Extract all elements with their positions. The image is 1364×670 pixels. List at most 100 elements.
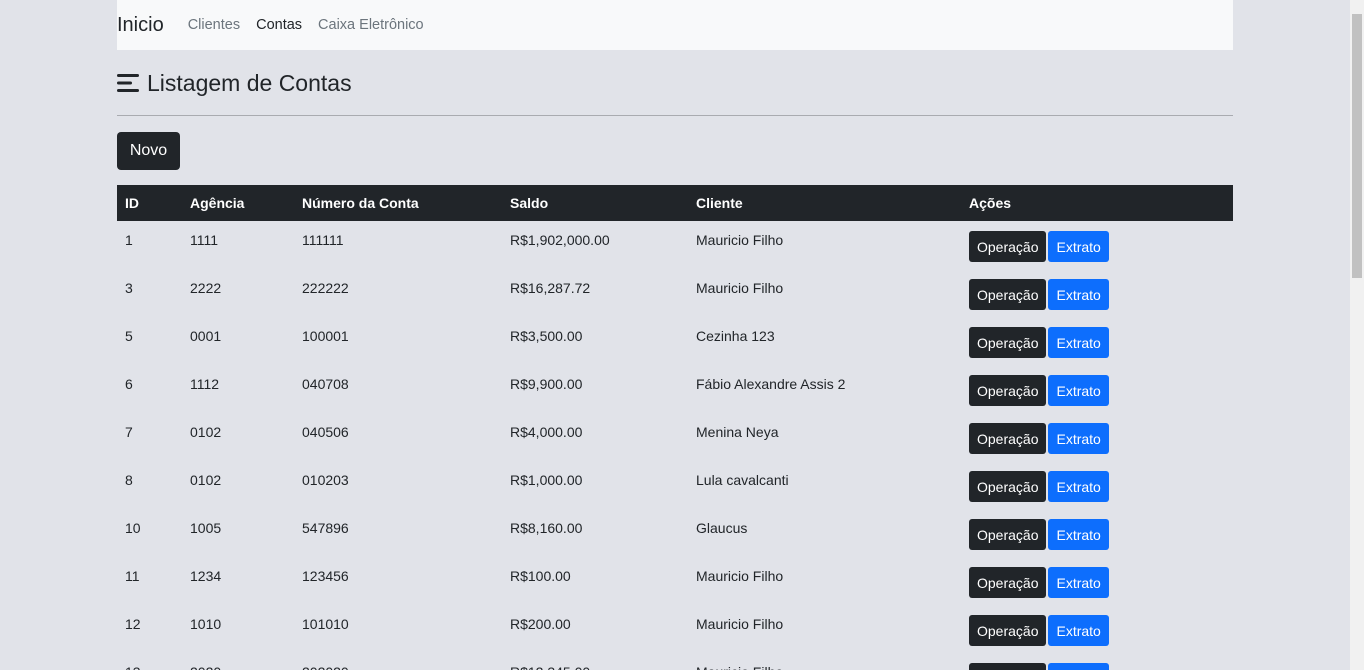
cell-saldo: R$1,000.00 [510, 472, 583, 488]
statement-button[interactable]: Extrato [1048, 279, 1109, 310]
cell-id: 1 [125, 232, 133, 248]
cell-actions: OperaçãoExtrato [961, 269, 1233, 317]
cell-numero: 123456 [302, 568, 349, 584]
heading-divider [117, 115, 1233, 116]
operation-button[interactable]: Operação [969, 375, 1047, 406]
accounts-table: ID Agência Número da Conta Saldo Cliente… [117, 185, 1233, 670]
operation-button[interactable]: Operação [969, 663, 1047, 670]
cell-cliente: Menina Neya [696, 424, 779, 440]
navbar: Inicio Clientes Contas Caixa Eletrônico [117, 0, 1233, 50]
column-header-acoes: Ações [969, 195, 1012, 211]
statement-button[interactable]: Extrato [1048, 423, 1109, 454]
cell-numero: 111111 [302, 232, 344, 248]
operation-button[interactable]: Operação [969, 423, 1047, 454]
cell-actions: OperaçãoExtrato [961, 317, 1233, 365]
cell-saldo: R$9,900.00 [510, 376, 583, 392]
cell-numero: 547896 [302, 520, 349, 536]
menu-icon [117, 74, 139, 92]
operation-button[interactable]: Operação [969, 231, 1047, 262]
cell-id: 13 [117, 653, 182, 670]
cell-cliente: Fábio Alexandre Assis 2 [696, 376, 846, 392]
table-row: 6 1112 040708 R$9,900.00 Fábio Alexandre Ass… [117, 365, 1233, 413]
cell-id: 3 [125, 280, 133, 296]
operation-button[interactable]: Operação [969, 519, 1047, 550]
cell-numero: 040708 [302, 376, 349, 392]
cell-cliente: Mauricio Filho [696, 568, 784, 584]
new-account-button[interactable]: Novo [117, 132, 180, 170]
cell-actions: OperaçãoExtrato [961, 653, 1233, 670]
cell-actions: OperaçãoExtrato [961, 509, 1233, 557]
cell-agencia: 1112 [190, 376, 220, 392]
cell-actions: OperaçãoExtrato [961, 557, 1233, 605]
cell-agencia: 1234 [190, 568, 222, 584]
cell-numero: 040506 [302, 424, 349, 440]
cell-agencia: 1005 [190, 520, 222, 536]
statement-button[interactable]: Extrato [1048, 567, 1109, 598]
cell-id: 6 [125, 376, 133, 392]
cell-numero: 101010 [302, 616, 349, 632]
cell-saldo: R$4,000.00 [510, 424, 583, 440]
table-row: 1 1111 111111 R$1,902,000.00 Mauricio Filho O… [117, 221, 1233, 269]
cell-actions: OperaçãoExtrato [961, 605, 1233, 653]
nav-link-contas[interactable]: Contas [256, 0, 302, 50]
table-row: 132020202020R$12,345.00Mauricio FilhoOpe… [117, 653, 1233, 670]
statement-button[interactable]: Extrato [1048, 471, 1109, 502]
table-body: 1 1111 111111 R$1,902,000.00 Mauricio Filho O… [117, 221, 1233, 670]
cell-agencia: 1010 [190, 616, 222, 632]
navbar-brand[interactable]: Inicio [117, 0, 164, 50]
table-row: 3 2222 222222 R$16,287.72 Mauricio Filho Oper… [117, 269, 1233, 317]
operation-button[interactable]: Operação [969, 615, 1047, 646]
cell-actions: OperaçãoExtrato [961, 461, 1233, 509]
statement-button[interactable]: Extrato [1048, 375, 1109, 406]
column-header-numero: Número da Conta [302, 195, 419, 211]
page-heading: Listagem de Contas [117, 68, 352, 98]
cell-saldo: R$100.00 [510, 568, 571, 584]
statement-button[interactable]: Extrato [1048, 231, 1109, 262]
table-row: 12 1010 101010 R$200.00 Mauricio Filho Operaç… [117, 605, 1233, 653]
scrollbar-thumb[interactable] [1352, 14, 1362, 278]
cell-cliente: Glaucus [696, 520, 748, 536]
table-row: 8 0102 010203 R$1,000.00 Lula cavalcanti Oper… [117, 461, 1233, 509]
vertical-scrollbar[interactable] [1350, 0, 1364, 670]
cell-numero: 010203 [302, 472, 349, 488]
cell-cliente: Mauricio Filho [688, 653, 961, 670]
table-row: 11 1234 123456 R$100.00 Mauricio Filho Operaç… [117, 557, 1233, 605]
table-row: 10 1005 547896 R$8,160.00 Glaucus Operação Ext… [117, 509, 1233, 557]
statement-button[interactable]: Extrato [1048, 663, 1109, 670]
cell-id: 8 [125, 472, 133, 488]
page: Inicio Clientes Contas Caixa Eletrônico … [0, 0, 1364, 670]
main-container: Inicio Clientes Contas Caixa Eletrônico … [117, 0, 1233, 670]
cell-id: 10 [125, 520, 141, 536]
cell-saldo: R$200.00 [510, 616, 571, 632]
cell-cliente: Mauricio Filho [696, 232, 784, 248]
page-title: Listagem de Contas [147, 69, 352, 96]
cell-agencia: 0102 [190, 472, 222, 488]
operation-button[interactable]: Operação [969, 279, 1047, 310]
table-row: 7 0102 040506 R$4,000.00 Menina Neya Operação… [117, 413, 1233, 461]
nav-link-clientes[interactable]: Clientes [188, 0, 240, 50]
cell-cliente: Mauricio Filho [696, 616, 784, 632]
cell-agencia: 0102 [190, 424, 222, 440]
table-row: 5 0001 100001 R$3,500.00 Cezinha 123 Operação… [117, 317, 1233, 365]
table-header-row: ID Agência Número da Conta Saldo Cliente… [117, 185, 1233, 221]
cell-numero: 202020 [294, 653, 502, 670]
cell-saldo: R$16,287.72 [510, 280, 591, 296]
nav-link-caixa-eletronico[interactable]: Caixa Eletrônico [318, 0, 424, 50]
cell-id: 12 [125, 616, 141, 632]
cell-cliente: Mauricio Filho [696, 280, 784, 296]
statement-button[interactable]: Extrato [1048, 615, 1109, 646]
column-header-agencia: Agência [190, 195, 245, 211]
operation-button[interactable]: Operação [969, 567, 1047, 598]
cell-id: 7 [125, 424, 133, 440]
cell-cliente: Cezinha 123 [696, 328, 775, 344]
cell-numero: 222222 [302, 280, 349, 296]
cell-agencia: 1111 [190, 232, 219, 248]
cell-saldo: R$12,345.00 [502, 653, 688, 670]
statement-button[interactable]: Extrato [1048, 519, 1109, 550]
cell-numero: 100001 [302, 328, 349, 344]
cell-actions: OperaçãoExtrato [961, 365, 1233, 413]
statement-button[interactable]: Extrato [1048, 327, 1109, 358]
operation-button[interactable]: Operação [969, 327, 1047, 358]
operation-button[interactable]: Operação [969, 471, 1047, 502]
cell-agencia: 0001 [190, 328, 222, 344]
